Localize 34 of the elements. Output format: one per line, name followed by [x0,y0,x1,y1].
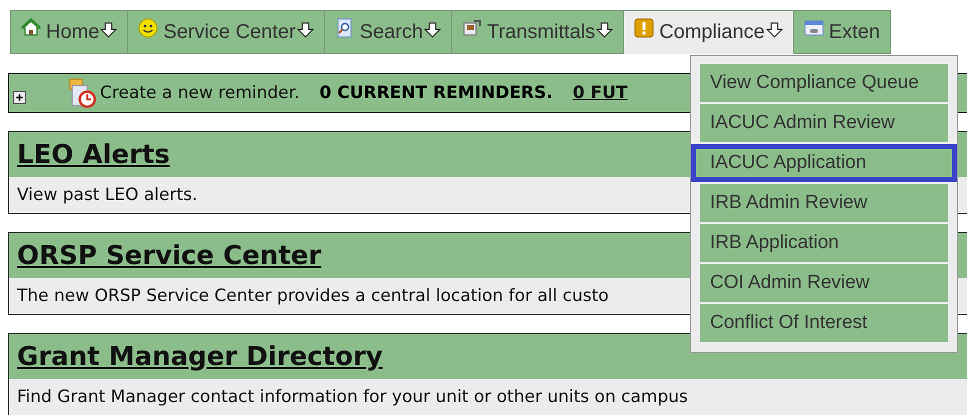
down-arrow-icon [296,22,314,38]
document-icon [462,18,482,38]
menu-item[interactable]: COI Admin Review [700,264,948,302]
card-title-link[interactable]: LEO Alerts [17,140,170,170]
card-description: Find Grant Manager contact information for your unit or other units on campus [17,387,688,407]
warning-icon [634,18,654,38]
smiley-icon [138,18,158,38]
menu-item[interactable]: IACUC Admin Review [700,104,948,142]
menu-item[interactable]: IRB Admin Review [700,184,948,222]
nav-tab[interactable]: Exten [794,10,891,54]
nav-tab[interactable]: Transmittals [452,10,624,54]
card-title-link[interactable]: Grant Manager Directory [17,342,383,372]
future-reminders-link[interactable]: 0 FUT [572,83,628,103]
house-icon [21,18,41,38]
expand-icon[interactable] [13,90,26,104]
menu-item[interactable]: Conflict Of Interest [700,304,948,342]
card-description: The new ORSP Service Center provides a central location for all custo [17,286,609,306]
nav-tab[interactable]: Compliance [624,10,794,54]
menu-item[interactable]: IRB Application [700,224,948,262]
current-reminders-count: 0 CURRENT REMINDERS. [319,83,553,103]
card-title-link[interactable]: ORSP Service Center [17,240,322,270]
menu-item[interactable]: View Compliance Queue [700,64,948,102]
window-icon [804,18,824,38]
nav-tab[interactable]: Search [324,10,452,54]
nav-tab[interactable]: Service Center [128,10,325,54]
down-arrow-icon [766,22,783,38]
card-description: View past LEO alerts. [17,185,198,205]
create-reminder-link[interactable]: Create a new reminder. [100,83,300,103]
calendar-clock-icon[interactable] [66,78,96,108]
down-arrow-icon [596,22,614,38]
down-arrow-icon [424,22,442,38]
menu-item[interactable]: IACUC Application [691,144,957,182]
nav-tab[interactable]: Home [10,10,128,54]
down-arrow-icon [100,22,118,38]
